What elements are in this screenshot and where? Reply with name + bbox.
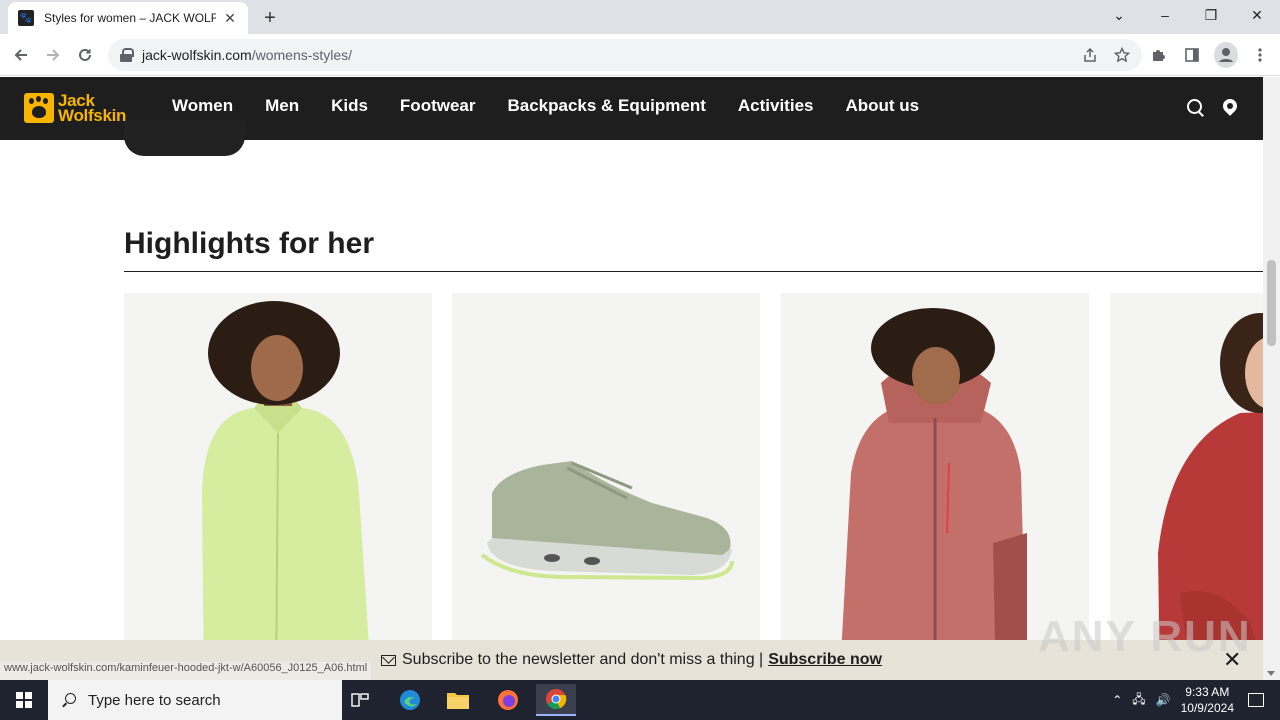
logo-line-2: Wolfskin bbox=[58, 106, 127, 125]
taskbar-search-icon bbox=[62, 693, 76, 707]
restore-button[interactable]: ❐ bbox=[1188, 0, 1234, 30]
window-controls: ⌄ – ❐ ✕ bbox=[1096, 0, 1280, 30]
jack-wolfskin-logo[interactable]: Jack Wolfskin bbox=[24, 92, 127, 125]
nav-kids[interactable]: Kids bbox=[331, 96, 368, 116]
chrome-icon[interactable] bbox=[536, 684, 576, 716]
forward-arrow-icon[interactable] bbox=[40, 42, 66, 68]
tray-network-icon[interactable]: 🖧 bbox=[1132, 690, 1145, 711]
windows-taskbar: Type here to search ⌃ 🖧 🔊 9:33 AM 10/9/2… bbox=[0, 680, 1280, 720]
tray-volume-icon[interactable]: 🔊 bbox=[1156, 693, 1171, 707]
task-view-icon[interactable] bbox=[340, 684, 380, 716]
product-card[interactable] bbox=[124, 293, 432, 680]
browser-tab[interactable]: 🐾 Styles for women – JACK WOLFS ✕ bbox=[8, 2, 248, 34]
profile-avatar-icon[interactable] bbox=[1214, 42, 1238, 68]
main-navigation: Women Men Kids Footwear Backpacks & Equi… bbox=[172, 96, 951, 116]
logo-wordmark: Jack Wolfskin bbox=[58, 92, 127, 125]
store-locator-icon[interactable] bbox=[1223, 99, 1237, 117]
taskbar-search-box[interactable]: Type here to search bbox=[48, 680, 342, 720]
product-card[interactable] bbox=[452, 293, 760, 680]
nav-about-us[interactable]: About us bbox=[845, 96, 919, 116]
scrollbar-thumb[interactable] bbox=[1267, 260, 1276, 346]
paw-logo-icon bbox=[24, 93, 54, 123]
tab-title: Styles for women – JACK WOLFS bbox=[44, 11, 216, 25]
product-image-lime-jacket bbox=[124, 293, 432, 680]
tab-close-icon[interactable]: ✕ bbox=[222, 10, 238, 26]
lock-icon[interactable] bbox=[120, 48, 134, 62]
browser-tab-bar: 🐾 Styles for women – JACK WOLFS ✕ + ⌄ – … bbox=[0, 0, 1280, 34]
url-path: /womens-styles/ bbox=[251, 47, 353, 63]
side-panel-icon[interactable] bbox=[1180, 42, 1204, 68]
tray-chevron-up-icon[interactable]: ⌃ bbox=[1112, 693, 1122, 707]
status-bar-url: www.jack-wolfskin.com/kaminfeuer-hooded-… bbox=[0, 662, 372, 680]
browser-menu-icon[interactable] bbox=[1248, 42, 1272, 68]
reload-icon[interactable] bbox=[72, 42, 98, 68]
nav-footwear[interactable]: Footwear bbox=[400, 96, 476, 116]
edge-browser-icon[interactable] bbox=[390, 684, 430, 716]
windows-logo-icon bbox=[16, 692, 32, 708]
start-button[interactable] bbox=[0, 680, 48, 720]
share-icon[interactable] bbox=[1080, 45, 1100, 65]
nav-women[interactable]: Women bbox=[172, 96, 233, 116]
scroll-down-arrow-icon[interactable] bbox=[1267, 671, 1275, 676]
bookmark-star-icon[interactable] bbox=[1112, 45, 1132, 65]
file-explorer-icon[interactable] bbox=[438, 684, 478, 716]
nav-backpacks-equipment[interactable]: Backpacks & Equipment bbox=[507, 96, 705, 116]
back-arrow-icon[interactable] bbox=[8, 42, 34, 68]
address-bar[interactable]: jack-wolfskin.com/womens-styles/ bbox=[108, 39, 1142, 71]
extensions-puzzle-icon[interactable] bbox=[1146, 42, 1170, 68]
page-viewport: Jack Wolfskin Women Men Kids Footwear Ba… bbox=[0, 77, 1280, 680]
new-tab-button[interactable]: + bbox=[258, 6, 282, 30]
tab-search-icon[interactable]: ⌄ bbox=[1096, 0, 1142, 30]
nav-activities[interactable]: Activities bbox=[738, 96, 814, 116]
url-text: jack-wolfskin.com/womens-styles/ bbox=[142, 47, 352, 63]
minimize-button[interactable]: – bbox=[1142, 0, 1188, 30]
section-title: Highlights for her bbox=[124, 227, 374, 260]
firefox-icon[interactable] bbox=[488, 684, 528, 716]
nav-men[interactable]: Men bbox=[265, 96, 299, 116]
clock-date: 10/9/2024 bbox=[1180, 701, 1234, 715]
browser-toolbar: jack-wolfskin.com/womens-styles/ bbox=[0, 34, 1280, 76]
url-domain: jack-wolfskin.com bbox=[142, 47, 252, 63]
site-favicon-icon: 🐾 bbox=[18, 10, 34, 26]
newsletter-text: Subscribe to the newsletter and don't mi… bbox=[402, 651, 764, 668]
page-scrollbar[interactable] bbox=[1263, 77, 1280, 680]
mail-icon bbox=[381, 654, 396, 666]
taskbar-search-placeholder: Type here to search bbox=[88, 691, 221, 709]
notification-center-icon[interactable] bbox=[1248, 693, 1264, 707]
section-divider bbox=[124, 271, 1263, 272]
system-tray: ⌃ 🖧 🔊 9:33 AM 10/9/2024 bbox=[1112, 680, 1280, 720]
taskbar-clock[interactable]: 9:33 AM 10/9/2024 bbox=[1181, 684, 1234, 716]
partial-button[interactable] bbox=[124, 121, 245, 156]
product-image-hiking-shoe bbox=[452, 293, 760, 680]
close-window-button[interactable]: ✕ bbox=[1234, 0, 1280, 30]
anyrun-watermark: ANY RUN bbox=[1038, 612, 1252, 661]
search-icon[interactable] bbox=[1187, 99, 1205, 117]
subscribe-now-link[interactable]: Subscribe now bbox=[768, 651, 882, 669]
clock-time: 9:33 AM bbox=[1185, 685, 1230, 699]
